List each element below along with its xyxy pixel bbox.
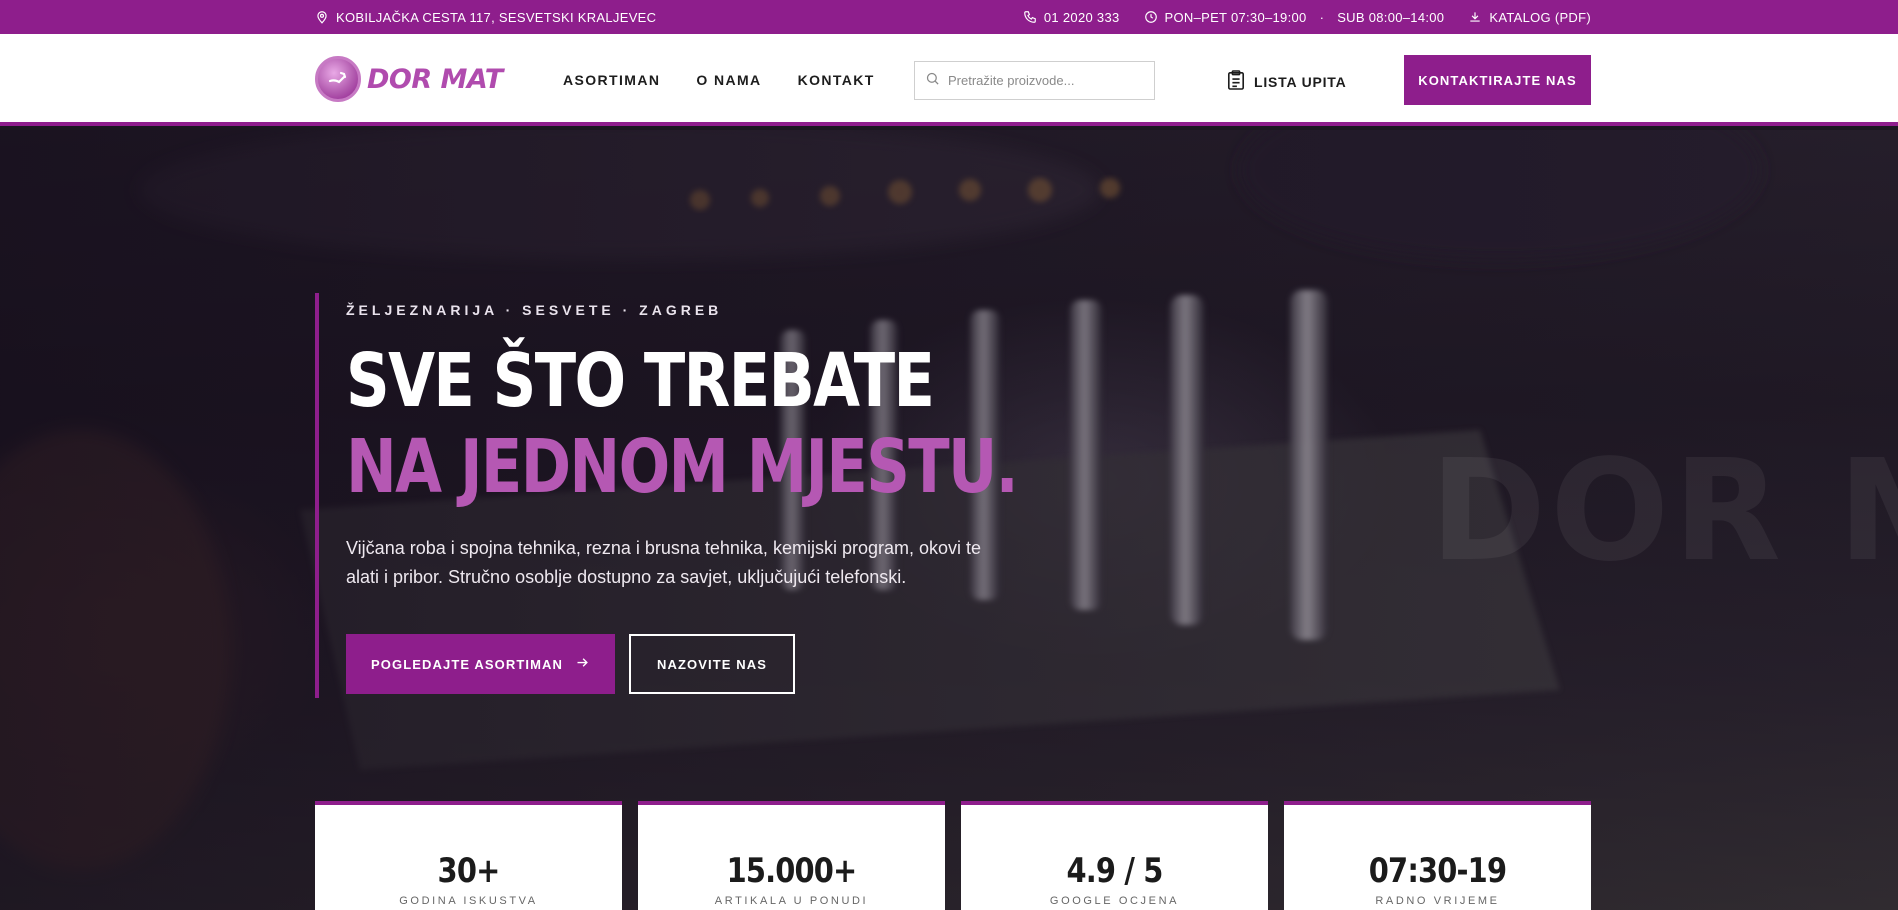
search-icon <box>925 71 940 91</box>
site-header: DOR MAT ASORTIMAN O NAMA KONTAKT LISTA U… <box>0 34 1898 126</box>
contact-us-button[interactable]: KONTAKTIRAJTE NAS <box>1404 55 1591 105</box>
stat-value: 07:30-19 <box>1368 851 1507 891</box>
hero-eyebrow: ŽELJEZNARIJA · SESVETE · ZAGREB <box>346 302 723 318</box>
inquiry-list-link[interactable]: LISTA UPITA <box>1227 70 1347 93</box>
stat-card-rating: 4.9 / 5 GOOGLE OCJENA <box>961 801 1268 910</box>
address-text: KOBILJAČKA CESTA 117, SESVETSKI KRALJEVE… <box>336 9 657 25</box>
phone-link[interactable]: 01 2020 333 <box>1023 10 1120 25</box>
stat-label: GODINA ISKUSTVA <box>399 895 538 907</box>
logo-badge-icon <box>315 56 361 102</box>
call-us-button[interactable]: NAZOVITE NAS <box>629 634 795 694</box>
clipboard-icon <box>1227 70 1245 93</box>
hero-title: SVE ŠTO TREBATE NA JEDNOM MJESTU. <box>346 338 1019 510</box>
stat-card-experience: 30+ GODINA ISKUSTVA <box>315 801 622 910</box>
search-box <box>914 61 1155 100</box>
hero-buttons: POGLEDAJTE ASORTIMAN NAZOVITE NAS <box>346 634 1075 694</box>
view-assortment-label: POGLEDAJTE ASORTIMAN <box>371 656 563 672</box>
clock-icon <box>1144 10 1158 24</box>
address-info: KOBILJAČKA CESTA 117, SESVETSKI KRALJEVE… <box>315 10 656 25</box>
catalog-text: KATALOG (PDF) <box>1489 9 1591 25</box>
main-nav: ASORTIMAN O NAMA KONTAKT <box>563 72 875 88</box>
top-info-bar: KOBILJAČKA CESTA 117, SESVETSKI KRALJEVE… <box>0 0 1898 34</box>
stat-card-hours: 07:30-19 RADNO VRIJEME <box>1284 801 1591 910</box>
arrow-right-icon <box>575 655 590 673</box>
hero-section: DOR MAT ŽELJEZNARIJA · SESVETE · ZAGREB … <box>0 130 1898 910</box>
hero-content: ŽELJEZNARIJA · SESVETE · ZAGREB SVE ŠTO … <box>315 293 1075 698</box>
hero-title-line-2: NA JEDNOM MJESTU. <box>346 424 1019 510</box>
nav-item-o-nama[interactable]: O NAMA <box>696 72 761 88</box>
hero-lead: Vijčana roba i spojna tehnika, rezna i b… <box>346 538 982 587</box>
hours-saturday: SUB 08:00–14:00 <box>1337 9 1445 25</box>
hero-title-line-1: SVE ŠTO TREBATE <box>346 338 935 424</box>
phone-icon <box>1023 10 1037 24</box>
stat-label: RADNO VRIJEME <box>1375 895 1500 907</box>
catalog-download-link[interactable]: KATALOG (PDF) <box>1468 10 1591 25</box>
stats-row: 30+ GODINA ISKUSTVA 15.000+ ARTIKALA U P… <box>315 801 1591 910</box>
stat-value: 30+ <box>437 851 501 891</box>
view-assortment-button[interactable]: POGLEDAJTE ASORTIMAN <box>346 634 615 694</box>
stat-card-articles: 15.000+ ARTIKALA U PONUDI <box>638 801 945 910</box>
map-pin-icon <box>315 10 329 24</box>
stat-label: ARTIKALA U PONUDI <box>714 895 869 907</box>
logo[interactable]: DOR MAT <box>315 55 503 103</box>
hours-separator: · <box>1319 9 1325 25</box>
nav-item-asortiman[interactable]: ASORTIMAN <box>563 72 660 88</box>
inquiry-list-label: LISTA UPITA <box>1254 73 1347 90</box>
logo-text: DOR MAT <box>367 63 503 95</box>
download-icon <box>1468 10 1482 24</box>
hero-watermark: DOR MAT <box>1430 430 1898 593</box>
phone-text: 01 2020 333 <box>1043 9 1120 25</box>
stat-value: 15.000+ <box>726 851 858 891</box>
hours-weekday: PON–PET 07:30–19:00 <box>1164 9 1307 25</box>
stat-label: GOOGLE OCJENA <box>1049 895 1180 907</box>
opening-hours: PON–PET 07:30–19:00 · SUB 08:00–14:00 <box>1144 10 1445 25</box>
nav-item-kontakt[interactable]: KONTAKT <box>798 72 875 88</box>
stat-value: 4.9 / 5 <box>1066 851 1163 891</box>
search-input[interactable] <box>948 73 1138 88</box>
